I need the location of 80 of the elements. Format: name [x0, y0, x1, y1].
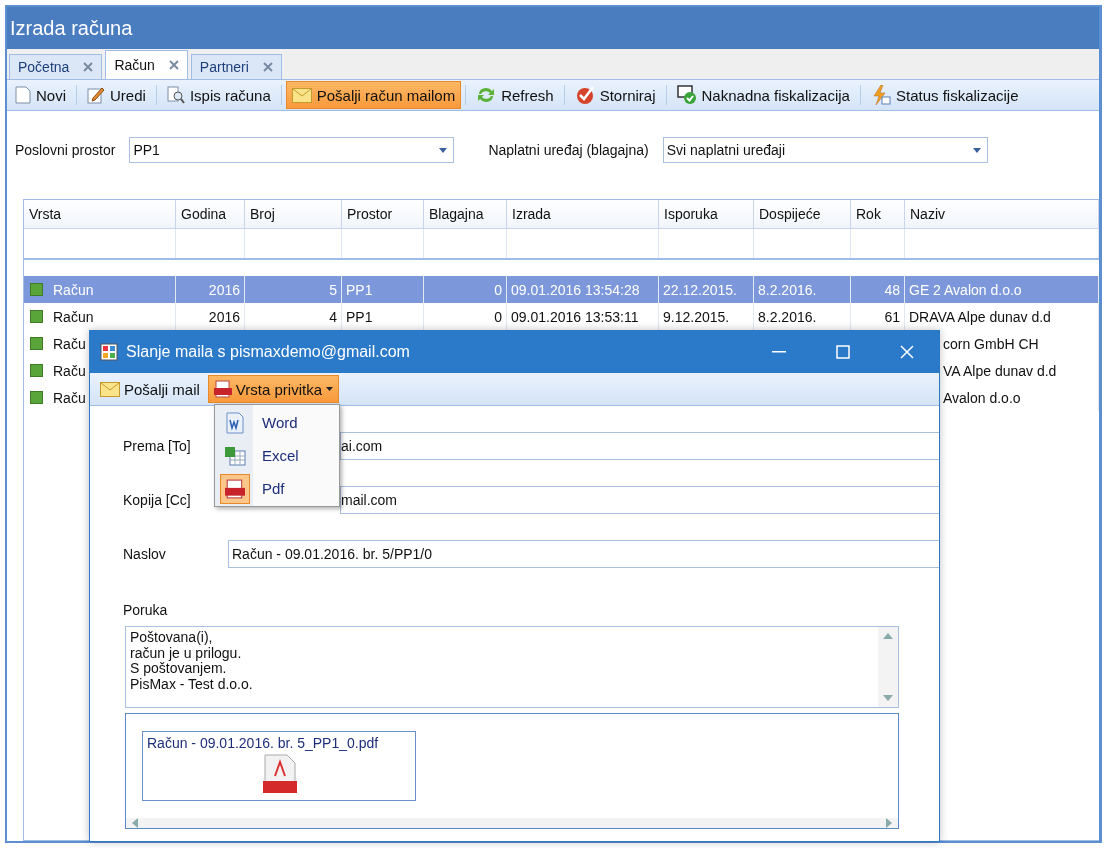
field-label: Poruka [123, 602, 169, 618]
envelope-icon [291, 87, 312, 103]
scroll-left-icon[interactable] [132, 818, 138, 828]
column-header[interactable]: Isporuka [659, 200, 754, 229]
table-cell: 5 [245, 276, 342, 303]
table-cell: 0 [424, 276, 507, 303]
table-cell: 2016 [176, 276, 245, 303]
menu-item[interactable]: Pdf [216, 472, 338, 505]
column-header[interactable]: Broj [245, 200, 342, 229]
menu-item[interactable]: Excel [216, 439, 338, 472]
maximize-icon [836, 345, 850, 359]
close-icon[interactable] [262, 62, 273, 72]
toolbar-button[interactable]: Novi [9, 81, 72, 109]
status-square-icon [30, 310, 43, 323]
table-cell: Račun [24, 276, 176, 303]
toolbar-button[interactable]: Uredi [81, 81, 152, 109]
envelope-icon [100, 381, 120, 397]
toolbar-button[interactable]: Vrsta privitka [207, 375, 339, 403]
filter-dropdown[interactable]: PP1 [129, 137, 455, 163]
close-icon [900, 345, 914, 359]
toolbar-button[interactable]: Storniraj [568, 81, 662, 109]
input-field[interactable]: mail.com [340, 486, 939, 514]
toolbar-button[interactable]: Naknadna fiskalizacija [670, 81, 856, 109]
column-header[interactable]: Naziv [905, 200, 1099, 229]
toolbar-button[interactable]: Refresh [470, 81, 560, 109]
scroll-up-icon[interactable] [883, 633, 893, 639]
scrollbar[interactable] [126, 818, 898, 828]
scroll-right-icon[interactable] [886, 818, 892, 828]
window-title: Izrada računa [10, 16, 133, 40]
filter-label: Naplatni uređaj (blagajna) [488, 142, 649, 158]
edit-icon [87, 86, 105, 104]
dropdown-caret-icon [972, 147, 981, 153]
table-cell: 8.2.2016. [754, 276, 851, 303]
minimize-icon [772, 351, 786, 353]
status-square-icon [30, 283, 43, 296]
column-header[interactable]: Dospijeće [754, 200, 851, 229]
refresh-icon [476, 86, 497, 104]
tab[interactable]: Početna [9, 54, 103, 79]
filter-label: Poslovni prostor [15, 142, 116, 158]
toolbar-button[interactable]: Status fiskalizacije [864, 81, 1025, 109]
column-header[interactable]: Prostor [342, 200, 424, 229]
status-square-icon [30, 391, 43, 404]
table-cell: 22.12.2015. [659, 276, 754, 303]
table-cell: PP1 [342, 276, 424, 303]
toolbar-button[interactable]: Ispis računa [160, 81, 277, 109]
status-square-icon [30, 364, 43, 377]
print-preview-icon [166, 86, 185, 104]
app-icon [100, 343, 118, 361]
scroll-down-icon[interactable] [883, 695, 893, 701]
column-header[interactable]: Rok [851, 200, 905, 229]
word-document-icon [225, 411, 245, 434]
table-cell: 09.01.2016 13:54:28 [507, 276, 659, 303]
input-field[interactable]: Račun - 09.01.2016. br. 5/PP1/0 [228, 540, 939, 568]
toolbar-button[interactable]: Pošalji račun mailom [285, 81, 462, 109]
column-header[interactable]: Vrsta [24, 200, 176, 229]
message-field[interactable]: Poštovana(i), račun je u prilogu. S poštovanjem. PisMax - Test d.o.o. [125, 626, 899, 708]
field-label: Kopija [Cc] [123, 492, 192, 508]
status-square-icon [30, 337, 43, 350]
tab[interactable]: Partneri [190, 54, 282, 79]
close-icon[interactable] [168, 60, 179, 70]
column-header[interactable]: Izrada [507, 200, 659, 229]
field-label: Prema [To] [123, 438, 192, 454]
lightning-icon [870, 85, 891, 105]
field-label: Naslov [123, 546, 167, 562]
dropdown-caret-icon [439, 147, 448, 153]
table-cell: 48 [851, 276, 905, 303]
screen-check-icon [676, 85, 697, 105]
column-header[interactable]: Blagajna [424, 200, 507, 229]
document-icon [15, 86, 31, 104]
table-cell: GE 2 Avalon d.o.o [905, 276, 1099, 303]
menu-item[interactable]: Word [216, 406, 338, 439]
scrollbar[interactable] [878, 627, 898, 707]
tab[interactable]: Račun [105, 50, 188, 79]
input-field[interactable]: ai.com [340, 432, 939, 460]
column-header[interactable]: Godina [176, 200, 245, 229]
check-icon [574, 85, 595, 105]
spreadsheet-icon [224, 445, 246, 466]
filter-dropdown[interactable]: Svi naplatni uređaji [662, 137, 988, 163]
close-icon[interactable] [83, 62, 94, 72]
attachment-tile[interactable]: Račun - 09.01.2016. br. 5_PP1_0.pdf [142, 731, 416, 801]
